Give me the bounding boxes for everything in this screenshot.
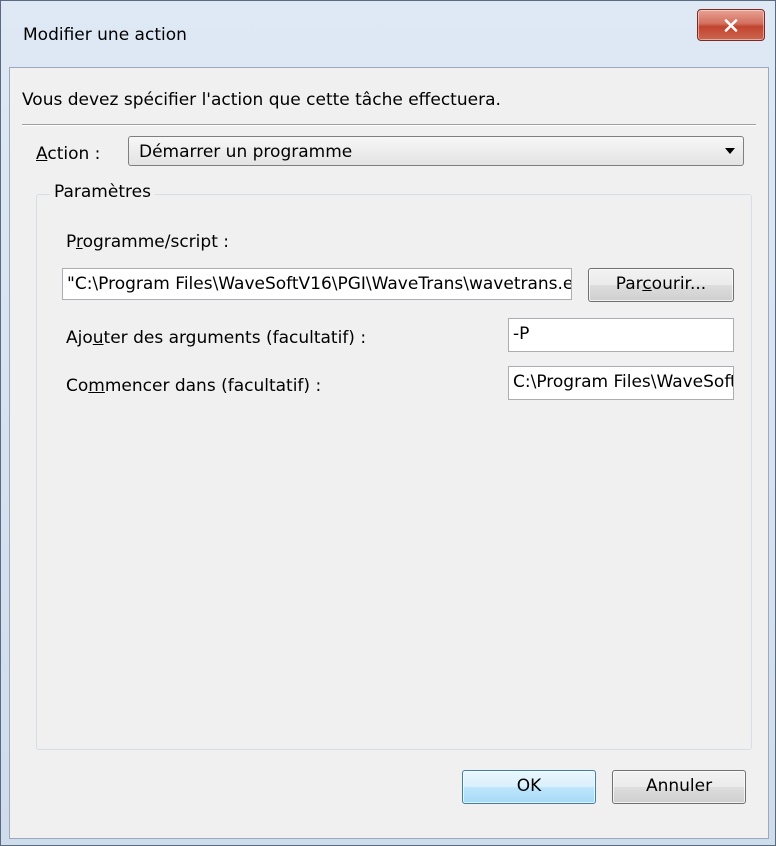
ok-button[interactable]: OK — [462, 770, 596, 804]
title-bar[interactable]: Modifier une action — [1, 1, 775, 67]
dialog-content: Vous devez spécifier l'action que cette … — [9, 67, 769, 839]
start-in-label: Commencer dans (facultatif) : — [66, 376, 322, 396]
window-title: Modifier une action — [23, 25, 187, 45]
program-input-value: "C:\Program Files\WaveSoftV16\PGI\WaveTr… — [67, 274, 572, 294]
action-select-value: Démarrer un programme — [139, 142, 353, 162]
action-label: Action : — [36, 144, 101, 164]
start-in-input-value: C:\Program Files\WaveSoftV16\PGI\WaveTra… — [513, 372, 733, 392]
arguments-label: Ajouter des arguments (facultatif) : — [66, 328, 367, 348]
dialog-window: Modifier une action Vous devez spécifier… — [0, 0, 776, 846]
parameters-group-title: Paramètres — [50, 182, 155, 202]
arguments-input[interactable]: -P — [508, 318, 734, 352]
program-label: Programme/script : — [66, 232, 229, 252]
start-in-input[interactable]: C:\Program Files\WaveSoftV16\PGI\WaveTra… — [508, 366, 734, 400]
action-select[interactable]: Démarrer un programme — [128, 136, 744, 166]
browse-button[interactable]: Parcourir... — [588, 268, 734, 302]
program-input[interactable]: "C:\Program Files\WaveSoftV16\PGI\WaveTr… — [62, 268, 572, 300]
separator — [22, 124, 756, 126]
close-icon — [724, 18, 738, 32]
chevron-down-icon — [725, 148, 735, 154]
cancel-button[interactable]: Annuler — [612, 770, 746, 804]
instruction-text: Vous devez spécifier l'action que cette … — [22, 90, 501, 110]
arguments-input-value: -P — [513, 324, 530, 344]
close-button[interactable] — [697, 9, 765, 41]
